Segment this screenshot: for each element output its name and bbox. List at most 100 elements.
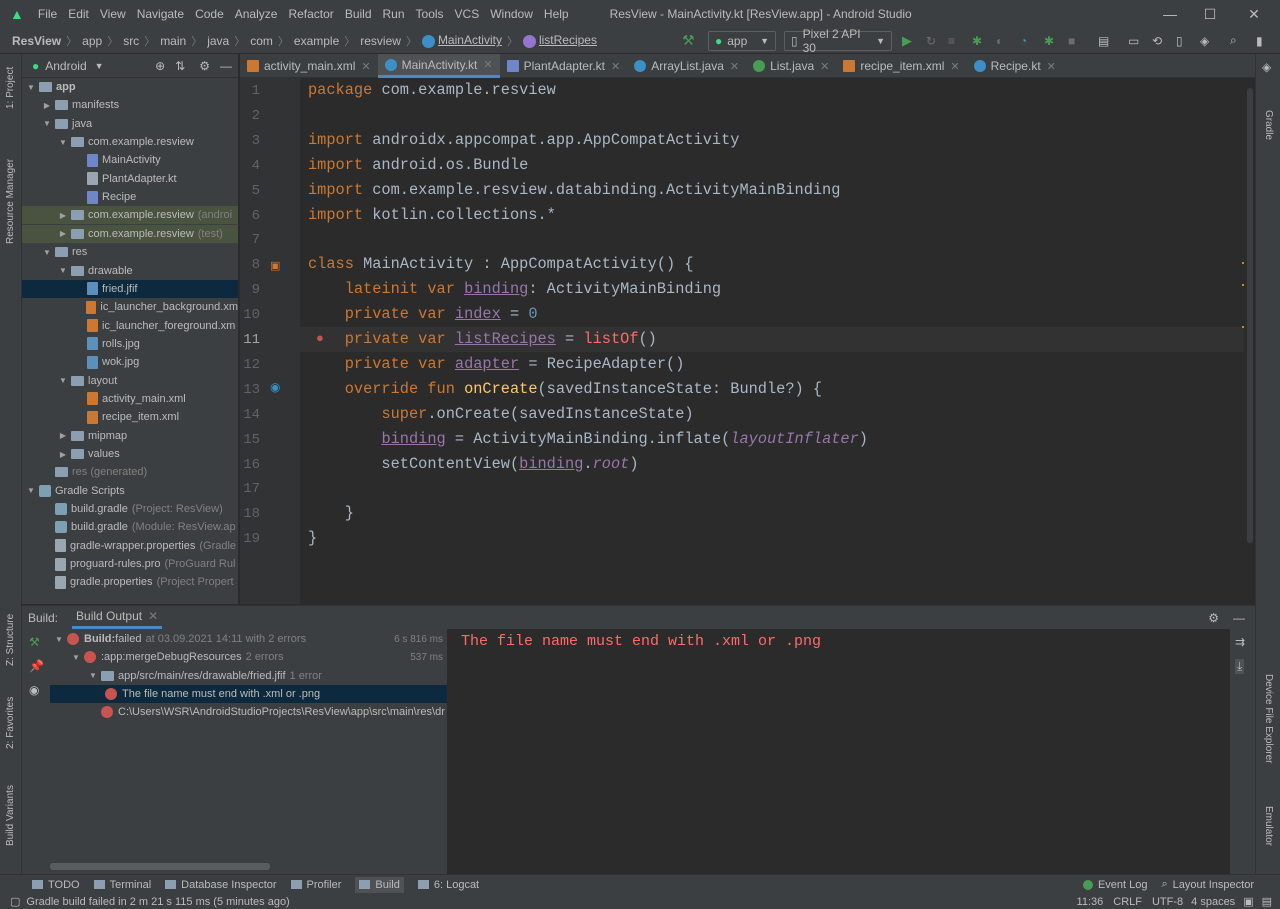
close-icon[interactable]: ✕ xyxy=(950,60,959,73)
emulator-label[interactable]: Emulator xyxy=(1263,806,1274,846)
tree-item[interactable]: ▶ com.example.resview (test) xyxy=(22,224,238,243)
status-message[interactable]: Gradle build failed in 2 m 21 s 115 ms (… xyxy=(26,896,289,908)
expanded-arrow-icon[interactable]: ▼ xyxy=(58,266,68,275)
close-icon[interactable]: ✕ xyxy=(148,609,158,623)
tab-list-java[interactable]: List.java ✕ xyxy=(746,54,836,78)
tab-recipe-item-xml[interactable]: recipe_item.xml ✕ xyxy=(836,54,966,78)
chevron-down-icon[interactable]: ▼ xyxy=(95,61,104,71)
search-icon[interactable]: ⌕ xyxy=(1230,33,1237,48)
expanded-arrow-icon[interactable]: ▼ xyxy=(26,486,36,495)
tree-item[interactable]: ▼ res xyxy=(22,243,238,261)
tab-activity-main-xml[interactable]: activity_main.xml ✕ xyxy=(240,54,378,78)
tree-item[interactable]: ▶ com.example.resview (androi xyxy=(22,206,238,225)
locate-icon[interactable]: ⊕ xyxy=(155,59,165,73)
code-line[interactable]: private var adapter = RecipeAdapter() xyxy=(308,355,685,373)
menu-vcs[interactable]: VCS xyxy=(455,7,480,21)
tree-item[interactable]: MainActivity xyxy=(22,151,238,169)
tree-item[interactable]: ▼ java xyxy=(22,115,238,133)
collapsed-arrow-icon[interactable]: ▶ xyxy=(58,211,68,220)
breadcrumb-item[interactable]: resview xyxy=(360,34,401,48)
tab-recipe-kt[interactable]: Recipe.kt ✕ xyxy=(967,54,1063,78)
tree-item[interactable]: ic_launcher_foreground.xm xyxy=(22,317,238,335)
tree-item[interactable]: ▶ values xyxy=(22,445,238,463)
menu-tools[interactable]: Tools xyxy=(416,7,444,21)
menu-view[interactable]: View xyxy=(100,7,126,21)
profile-icon[interactable]: ◐ xyxy=(996,34,1003,48)
menu-window[interactable]: Window xyxy=(490,7,533,21)
attach-debugger-icon[interactable]: ◔ xyxy=(1020,34,1027,48)
tree-item[interactable]: proguard-rules.pro (ProGuard Rul xyxy=(22,555,238,573)
scroll-to-end-icon[interactable]: ⤓ xyxy=(1235,659,1245,674)
code-line[interactable]: import android.os.Bundle xyxy=(308,156,528,174)
implement-marker-icon[interactable]: ▣ xyxy=(270,259,280,272)
hide-panel-icon[interactable]: — xyxy=(1233,611,1245,625)
code-line[interactable]: binding = ActivityMainBinding.inflate(la… xyxy=(308,430,868,448)
expanded-arrow-icon[interactable]: ▼ xyxy=(42,119,52,128)
debug-icon[interactable]: ✱ xyxy=(972,34,982,48)
override-marker-icon[interactable]: ◉ xyxy=(270,380,280,394)
build-tree-row[interactable]: The file name must end with .xml or .png xyxy=(50,684,447,703)
tab-mainactivity-kt[interactable]: MainActivity.kt ✕ xyxy=(377,54,500,78)
device-file-explorer-label[interactable]: Device File Explorer xyxy=(1263,674,1274,763)
line-separator[interactable]: CRLF xyxy=(1113,896,1142,908)
tool-6-logcat[interactable]: 6: Logcat xyxy=(417,879,479,891)
tree-item[interactable]: wok.jpg xyxy=(22,353,238,371)
code-line[interactable]: import com.example.resview.databinding.A… xyxy=(308,181,840,199)
build-variants-label[interactable]: Build Variants xyxy=(5,785,16,846)
expanded-arrow-icon[interactable]: ▼ xyxy=(26,83,36,92)
code-line[interactable]: override fun onCreate(savedInstanceState… xyxy=(308,380,822,398)
apply-code-icon[interactable]: ≡ xyxy=(948,34,955,48)
tree-item[interactable]: ▼ com.example.resview xyxy=(22,133,238,151)
build-tree-scrollbar[interactable] xyxy=(50,863,270,870)
tool-build[interactable]: Build xyxy=(355,876,404,893)
tool-database-inspector[interactable]: Database Inspector xyxy=(165,879,277,891)
event-log-button[interactable]: Event Log xyxy=(1082,879,1147,891)
tree-item[interactable]: Recipe xyxy=(22,188,238,206)
tree-item[interactable]: fried.jfif xyxy=(22,279,238,298)
tree-item[interactable]: ▼ drawable xyxy=(22,262,238,280)
project-structure-icon[interactable]: ▤ xyxy=(1098,34,1109,48)
file-encoding[interactable]: UTF-8 xyxy=(1152,896,1183,908)
breadcrumb-item[interactable]: ResView xyxy=(12,34,61,48)
code-line[interactable]: package com.example.resview xyxy=(308,81,556,99)
sdk-manager-icon[interactable]: ▭ xyxy=(1128,34,1139,48)
editor-scrollbar[interactable] xyxy=(1244,78,1255,604)
avd-manager-icon[interactable]: ▯ xyxy=(1176,34,1183,48)
collapsed-arrow-icon[interactable]: ▶ xyxy=(42,101,52,110)
code-line[interactable]: class MainActivity : AppCompatActivity()… xyxy=(308,255,694,273)
tab-arraylist-java[interactable]: ArrayList.java ✕ xyxy=(627,54,746,78)
gear-icon[interactable]: ⚙ xyxy=(199,59,210,73)
breadcrumb-item[interactable]: MainActivity xyxy=(421,33,502,48)
build-tree-row[interactable]: ▼:app:mergeDebugResources 2 errors 537 ms xyxy=(50,648,447,666)
tree-item[interactable]: ▶ mipmap xyxy=(22,427,238,445)
gradle-tool-label[interactable]: Gradle xyxy=(1263,110,1274,140)
collapsed-arrow-icon[interactable]: ▶ xyxy=(58,450,68,459)
tool-terminal[interactable]: Terminal xyxy=(93,879,151,891)
maximize-button[interactable]: ☐ xyxy=(1200,4,1220,24)
lock-icon[interactable]: ▣ xyxy=(1243,895,1253,908)
tab-plantadapter-kt[interactable]: PlantAdapter.kt ✕ xyxy=(500,54,628,78)
menu-help[interactable]: Help xyxy=(544,7,569,21)
close-icon[interactable]: ✕ xyxy=(730,60,739,73)
tool-profiler[interactable]: Profiler xyxy=(290,879,341,891)
indent-setting[interactable]: 4 spaces xyxy=(1191,896,1235,908)
menu-edit[interactable]: Edit xyxy=(68,7,89,21)
breadcrumb-item[interactable]: app xyxy=(82,34,102,48)
menu-code[interactable]: Code xyxy=(195,7,224,21)
expanded-arrow-icon[interactable]: ▼ xyxy=(54,635,64,644)
hide-panel-icon[interactable]: — xyxy=(220,59,232,73)
tree-item[interactable]: activity_main.xml xyxy=(22,390,238,408)
run-icon[interactable]: ▶ xyxy=(902,33,912,49)
status-toggle-icon[interactable]: ▢ xyxy=(10,895,20,908)
code-line[interactable]: } xyxy=(308,529,317,547)
assistant-icon[interactable]: ◈ xyxy=(1200,34,1209,48)
pin-icon[interactable]: 📌 xyxy=(29,659,44,673)
tree-item[interactable]: ▶ manifests xyxy=(22,96,238,114)
tree-item[interactable]: ▼ layout xyxy=(22,372,238,390)
project-tool-label[interactable]: 1: Project xyxy=(5,67,16,109)
close-icon[interactable]: ✕ xyxy=(361,60,370,73)
code-line[interactable]: private var index = 0 xyxy=(308,305,538,323)
code-line[interactable]: private var listRecipes = listOf() xyxy=(308,330,657,348)
error-bulb-icon[interactable]: ● xyxy=(316,330,324,345)
stop-icon[interactable]: ■ xyxy=(1068,34,1075,48)
